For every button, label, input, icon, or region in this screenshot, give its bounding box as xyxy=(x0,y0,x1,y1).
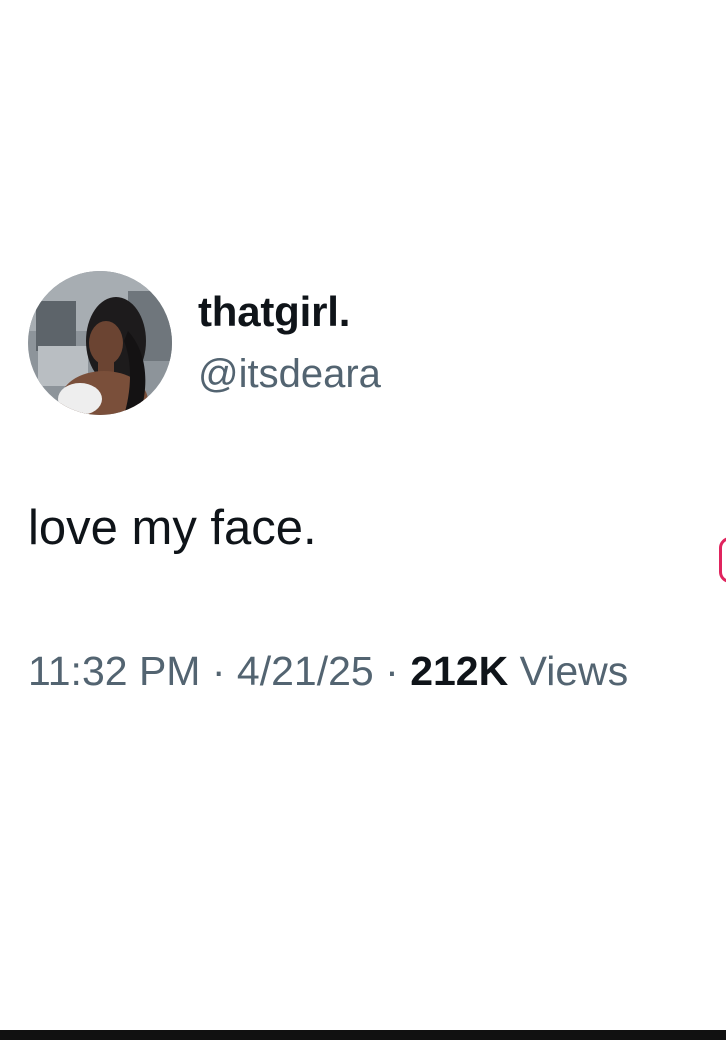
tweet-date[interactable]: 4/21/25 xyxy=(237,648,374,694)
user-handle[interactable]: @itsdeara xyxy=(198,352,381,397)
tweet-card: thatgirl. @itsdeara love my face. 11:32 … xyxy=(0,0,726,1040)
tweet-metadata: 11:32 PM · 4/21/25 · 212K Views xyxy=(28,648,628,695)
avatar[interactable] xyxy=(28,271,172,415)
views-label: Views xyxy=(519,648,629,694)
meta-separator: · xyxy=(385,648,399,694)
view-count: 212K xyxy=(410,648,509,694)
avatar-photo-icon xyxy=(28,271,172,415)
meta-separator: · xyxy=(211,648,226,694)
tweet-time[interactable]: 11:32 PM xyxy=(28,648,200,694)
edge-record-icon xyxy=(719,537,726,583)
bottom-bar xyxy=(0,1030,726,1040)
display-name[interactable]: thatgirl. xyxy=(198,288,350,336)
tweet-text: love my face. xyxy=(28,501,317,555)
